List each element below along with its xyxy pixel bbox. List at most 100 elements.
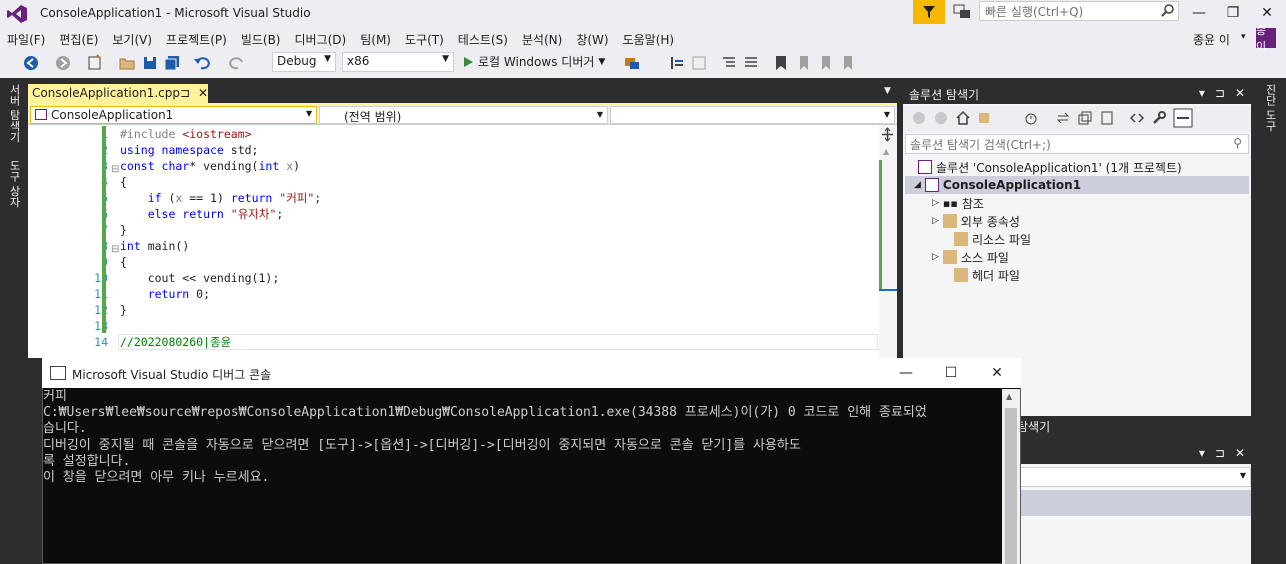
- view-code-icon[interactable]: [1129, 110, 1145, 126]
- diagnostic-tools-tab[interactable]: 진단 도구: [1260, 84, 1278, 132]
- console-close-button[interactable]: ✕: [977, 362, 1017, 384]
- chevron-down-icon[interactable]: ▼: [884, 86, 891, 96]
- start-debugging-button[interactable]: 로컬 Windows 디버거 ▼: [462, 53, 605, 70]
- pending-changes-icon[interactable]: [1023, 110, 1039, 126]
- toolbox-tab[interactable]: 도구 상자: [4, 160, 22, 208]
- home-icon[interactable]: [955, 110, 971, 126]
- close-icon[interactable]: ✕: [1235, 446, 1245, 460]
- notification-filter-icon[interactable]: [913, 0, 945, 24]
- uncomment-lines-icon[interactable]: [742, 54, 760, 72]
- step-icon[interactable]: [668, 54, 686, 72]
- menu-team[interactable]: 팀(M): [355, 31, 396, 48]
- server-explorer-tab[interactable]: 서버 탐색기: [4, 84, 22, 143]
- collapse-icon[interactable]: ⊟: [111, 244, 119, 255]
- project-nav-select[interactable]: ConsoleApplication1: [30, 106, 317, 124]
- redo-icon[interactable]: [228, 54, 246, 72]
- console-scroll-thumb[interactable]: [1005, 408, 1017, 564]
- minimize-button[interactable]: —: [1185, 2, 1213, 24]
- chevron-down-icon[interactable]: ▼: [306, 109, 312, 118]
- tree-item-resource-files[interactable]: 리소스 파일: [954, 230, 1031, 248]
- save-icon[interactable]: [141, 54, 159, 72]
- tree-item-references[interactable]: ▷ ▪▪ 참조: [932, 194, 984, 212]
- menu-edit[interactable]: 편집(E): [54, 31, 103, 48]
- quick-launch-input[interactable]: 빠른 실행(Ctrl+Q): [979, 1, 1179, 21]
- search-icon[interactable]: ⚲: [1233, 136, 1242, 150]
- tree-item-project[interactable]: ◢ ConsoleApplication1: [914, 176, 1081, 194]
- next-bookmark-icon[interactable]: [816, 54, 834, 72]
- back-icon[interactable]: [22, 54, 40, 72]
- console-output: 커피 C:₩Users₩lee₩source₩repos₩ConsoleAppl…: [43, 389, 927, 486]
- code-editor[interactable]: 1 #include <iostream> 2 using namespace std…: [28, 125, 897, 358]
- close-button[interactable]: ✕: [1253, 2, 1281, 24]
- window-position-icon[interactable]: ▾: [1199, 446, 1205, 460]
- console-minimize-button[interactable]: —: [886, 362, 926, 384]
- chevron-down-icon[interactable]: ▼: [598, 57, 605, 67]
- new-project-icon[interactable]: [86, 54, 104, 72]
- clear-bookmarks-icon[interactable]: [838, 54, 856, 72]
- undo-icon[interactable]: [193, 54, 211, 72]
- preview-selected-icon[interactable]: [1173, 108, 1193, 128]
- member-nav-select[interactable]: ▼: [610, 106, 895, 124]
- pin-icon[interactable]: ⊐: [1215, 446, 1225, 460]
- menu-file[interactable]: 파일(F): [2, 31, 50, 48]
- pin-icon[interactable]: ⊐: [180, 86, 190, 102]
- search-icon[interactable]: [1160, 3, 1176, 19]
- collapse-all-icon[interactable]: [1077, 110, 1093, 126]
- menu-window[interactable]: 창(W): [571, 31, 613, 48]
- save-all-icon[interactable]: [163, 54, 181, 72]
- avatar[interactable]: 종이: [1256, 24, 1276, 53]
- menu-help[interactable]: 도움말(H): [618, 31, 680, 48]
- window-position-icon[interactable]: ▾: [1199, 86, 1205, 100]
- tab-consoleapplication1-cpp[interactable]: ConsoleApplication1.cpp ⊐ ✕: [28, 84, 208, 104]
- solution-explorer-title: 솔루션 탐색기: [909, 88, 980, 102]
- restore-button[interactable]: ❐: [1219, 2, 1247, 24]
- forward-icon[interactable]: [933, 110, 949, 126]
- scope-nav-select[interactable]: (전역 범위) ▼: [319, 106, 608, 124]
- solution-explorer-search-input[interactable]: 솔루션 탐색기 검색(Ctrl+;) ⚲: [905, 134, 1249, 154]
- forward-icon[interactable]: [54, 54, 72, 72]
- feedback-icon[interactable]: [952, 3, 972, 21]
- team-explorer-tab[interactable]: 탐색기: [1011, 416, 1251, 436]
- console-maximize-button[interactable]: ☐: [931, 362, 971, 384]
- open-file-icon[interactable]: [118, 54, 136, 72]
- tree-item-external-dependencies[interactable]: ▷ 외부 종속성: [932, 212, 1020, 230]
- line-number: 1: [56, 126, 108, 142]
- collapsed-triangle-icon[interactable]: ▷: [932, 216, 939, 226]
- scroll-up-icon[interactable]: ▲: [1006, 392, 1012, 401]
- previous-bookmark-icon[interactable]: [794, 54, 812, 72]
- solution-config-select[interactable]: Debug ▼: [272, 52, 336, 72]
- show-all-files-icon[interactable]: [1099, 110, 1115, 126]
- menu-view[interactable]: 보기(V): [107, 31, 157, 48]
- menu-build[interactable]: 빌드(B): [236, 31, 286, 48]
- switch-views-icon[interactable]: [977, 110, 993, 126]
- properties-object-select[interactable]: ▼: [1011, 467, 1251, 487]
- menu-debug[interactable]: 디버그(D): [290, 31, 352, 48]
- collapsed-triangle-icon[interactable]: ▷: [932, 252, 939, 262]
- split-window-icon[interactable]: [880, 127, 895, 142]
- collapse-icon[interactable]: ⊟: [111, 164, 119, 175]
- user-name[interactable]: 종윤 이: [1193, 31, 1230, 48]
- scroll-up-icon[interactable]: ▲: [883, 147, 889, 156]
- sync-icon[interactable]: [1055, 110, 1071, 126]
- collapsed-triangle-icon[interactable]: ▷: [932, 198, 939, 208]
- back-icon[interactable]: [911, 110, 927, 126]
- menu-tools[interactable]: 도구(T): [400, 31, 449, 48]
- debug-target-icon[interactable]: [623, 54, 641, 72]
- close-icon[interactable]: ✕: [198, 86, 208, 102]
- expanded-triangle-icon[interactable]: ◢: [914, 180, 921, 190]
- menu-test[interactable]: 테스트(S): [453, 31, 513, 48]
- solution-platform-select[interactable]: x86 ▼: [342, 52, 454, 72]
- menu-analyze[interactable]: 분석(N): [517, 31, 567, 48]
- tree-item-solution[interactable]: 솔루션 'ConsoleApplication1' (1개 프로젝트): [918, 158, 1182, 176]
- properties-wrench-icon[interactable]: [1151, 110, 1167, 126]
- code-line: using namespace std;: [120, 143, 259, 157]
- comment-lines-icon[interactable]: [720, 54, 738, 72]
- tree-item-header-files[interactable]: 헤더 파일: [954, 266, 1020, 284]
- file-compare-icon[interactable]: [690, 54, 708, 72]
- close-icon[interactable]: ✕: [1235, 86, 1245, 100]
- user-dropdown-icon[interactable]: ▾: [1241, 32, 1246, 42]
- bookmark-icon[interactable]: [772, 54, 790, 72]
- tree-item-source-files[interactable]: ▷ 소스 파일: [932, 248, 1009, 266]
- pin-icon[interactable]: ⊐: [1215, 86, 1225, 100]
- menu-project[interactable]: 프로젝트(P): [161, 31, 232, 48]
